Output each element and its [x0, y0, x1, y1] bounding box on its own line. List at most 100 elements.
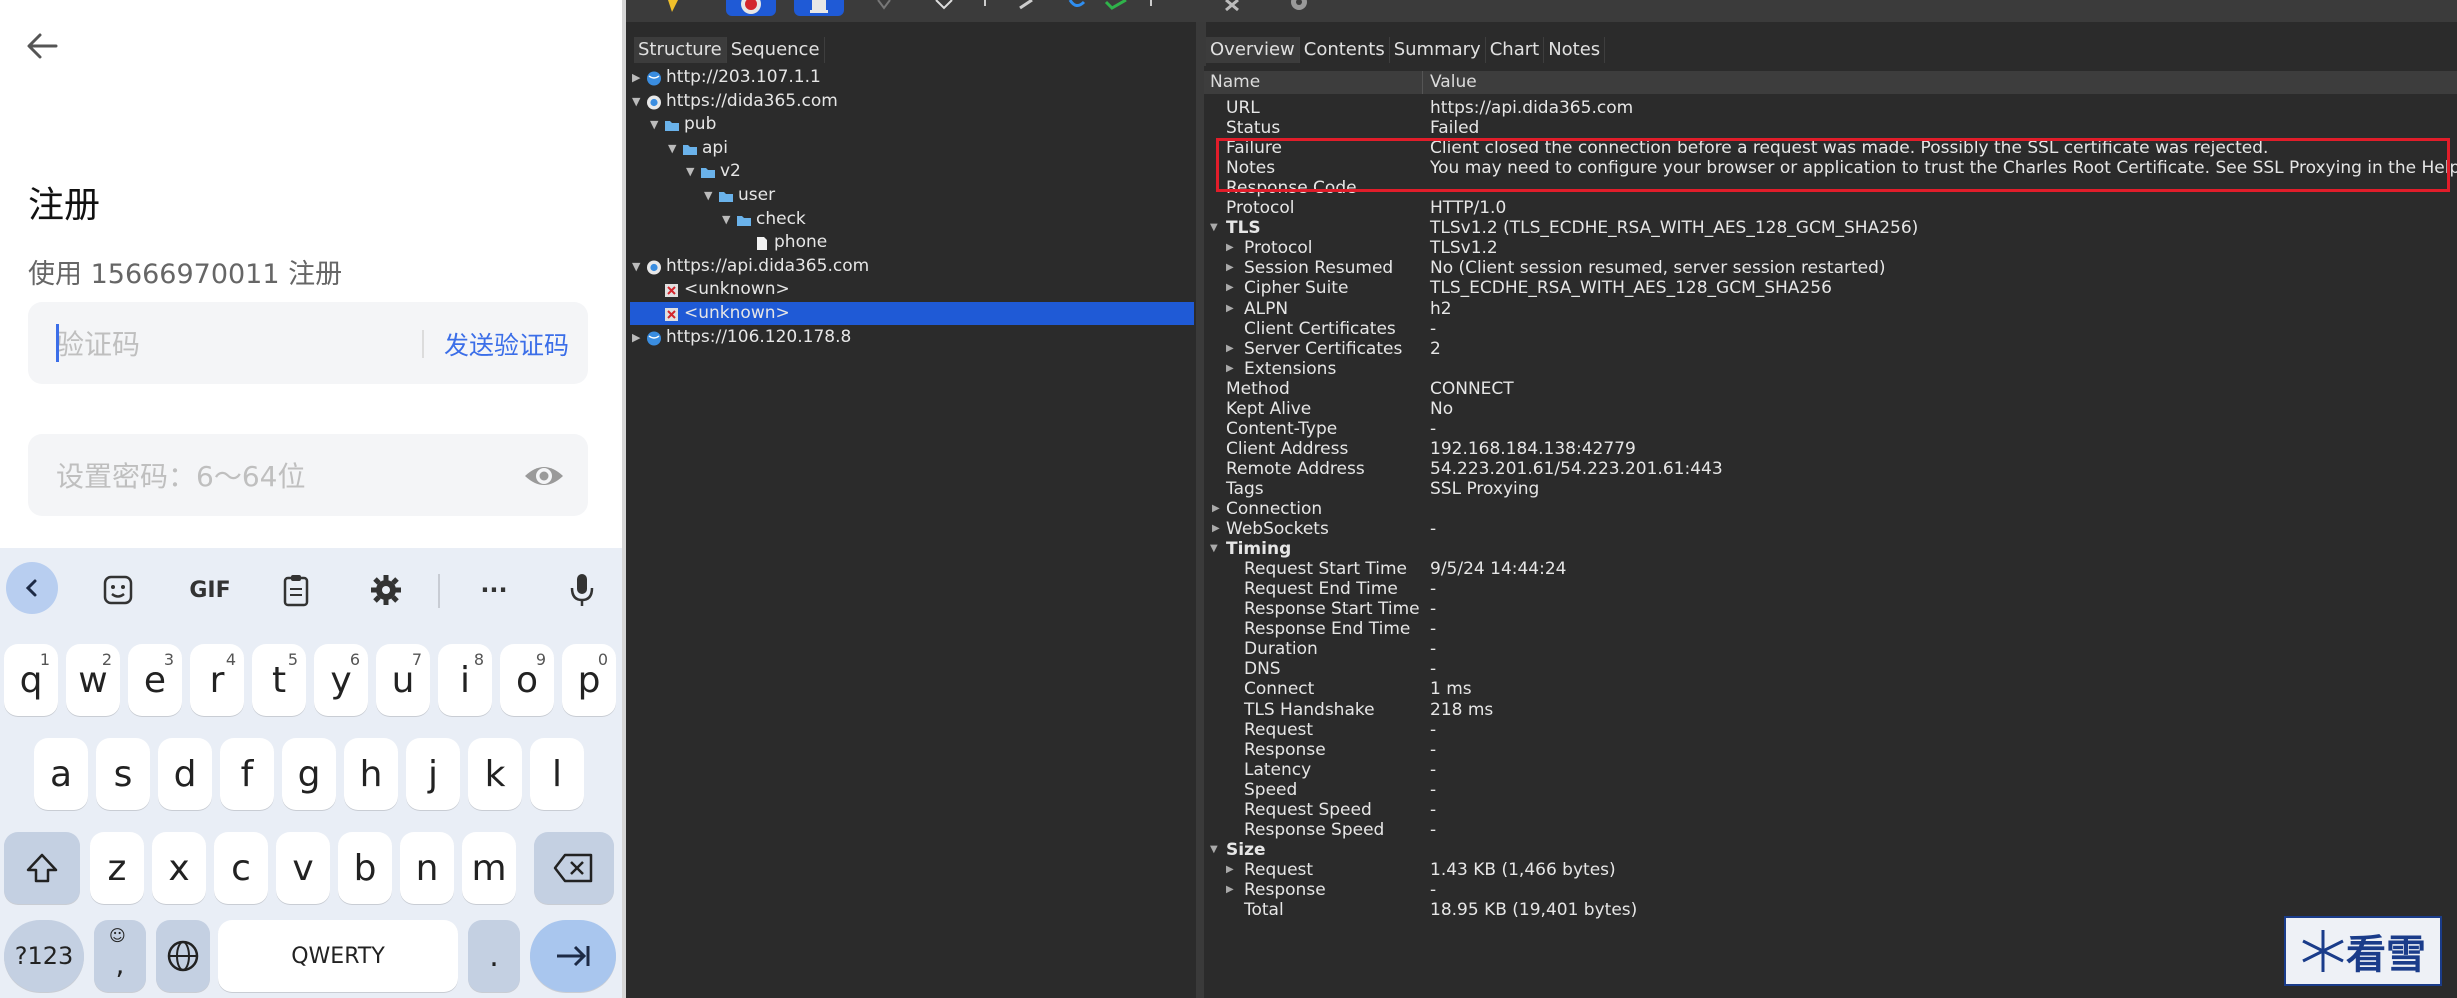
detail-row[interactable]: ▶ Session Resumed No (Client session resum… — [1204, 258, 2457, 278]
disclosure-open-icon[interactable]: ▼ — [686, 160, 698, 183]
disclosure-open-icon[interactable]: ▼ — [1210, 539, 1218, 559]
detail-row[interactable]: Total 18.95 KB (19,401 bytes) — [1204, 900, 2457, 920]
disclosure-open-icon[interactable]: ▼ — [668, 137, 680, 160]
tree-node[interactable]: <unknown> — [630, 302, 1194, 325]
language-key[interactable] — [156, 920, 210, 992]
key-q[interactable]: q1 — [4, 644, 58, 716]
detail-row[interactable]: ▶ Cipher Suite TLS_ECDHE_RSA_WITH_AES_128_… — [1204, 278, 2457, 298]
keyboard-collapse-button[interactable] — [6, 562, 58, 614]
key-e[interactable]: e3 — [128, 644, 182, 716]
detail-row[interactable]: ▶ ALPN h2 — [1204, 299, 2457, 319]
detail-row[interactable]: ▶ WebSockets - — [1204, 519, 2457, 539]
enter-next-key[interactable] — [530, 920, 616, 992]
key-o[interactable]: o9 — [500, 644, 554, 716]
detail-row[interactable]: Connect 1 ms — [1204, 679, 2457, 699]
detail-row[interactable]: URL https://api.dida365.com — [1204, 98, 2457, 118]
key-s[interactable]: s — [96, 738, 150, 810]
tab-sequence[interactable]: Sequence — [727, 37, 825, 63]
tree-node[interactable]: ▼ user — [630, 184, 1194, 207]
tab-summary[interactable]: Summary — [1390, 37, 1486, 63]
key-w[interactable]: w2 — [66, 644, 120, 716]
detail-row[interactable]: DNS - — [1204, 659, 2457, 679]
detail-row[interactable]: Response Start Time - — [1204, 599, 2457, 619]
detail-row[interactable]: Request - — [1204, 720, 2457, 740]
tree-node[interactable]: ▶ https://106.120.178.8 — [630, 326, 1194, 349]
detail-row[interactable]: Response - — [1204, 740, 2457, 760]
key-i[interactable]: i8 — [438, 644, 492, 716]
detail-row[interactable]: Status Failed — [1204, 118, 2457, 138]
detail-row[interactable]: ▼ Timing — [1204, 539, 2457, 559]
detail-row[interactable]: Remote Address 54.223.201.61/54.223.201.6… — [1204, 459, 2457, 479]
key-p[interactable]: p0 — [562, 644, 616, 716]
breakpoint-icon[interactable] — [874, 0, 894, 16]
tab-overview[interactable]: Overview — [1206, 37, 1300, 63]
detail-row[interactable]: ▶ Extensions — [1204, 359, 2457, 379]
settings-button[interactable] — [364, 568, 408, 612]
detail-row[interactable]: Duration - — [1204, 639, 2457, 659]
space-key[interactable]: QWERTY — [218, 920, 458, 992]
key-x[interactable]: x — [152, 832, 206, 904]
header-name[interactable]: Name — [1210, 71, 1260, 94]
tree-node[interactable]: ▼ https://api.dida365.com — [630, 255, 1194, 278]
sticker-button[interactable] — [96, 568, 140, 612]
clipboard-button[interactable] — [274, 568, 318, 612]
period-key[interactable]: . — [468, 920, 520, 992]
detail-row[interactable]: Latency - — [1204, 760, 2457, 780]
detail-row[interactable]: Tags SSL Proxying — [1204, 479, 2457, 499]
detail-row[interactable]: ▼ Size — [1204, 840, 2457, 860]
tree-node[interactable]: ▼ check — [630, 208, 1194, 231]
detail-row[interactable]: Client Address 192.168.184.138:42779 — [1204, 439, 2457, 459]
header-value[interactable]: Value — [1430, 71, 1477, 94]
back-arrow-icon[interactable] — [22, 26, 62, 66]
key-j[interactable]: j — [406, 738, 460, 810]
disclosure-closed-icon[interactable]: ▶ — [1212, 519, 1220, 539]
detail-row[interactable]: Request Speed - — [1204, 800, 2457, 820]
tree-node[interactable]: ▼ v2 — [630, 160, 1194, 183]
detail-row[interactable]: ▶ Connection — [1204, 499, 2457, 519]
tab-chart[interactable]: Chart — [1486, 37, 1545, 63]
disclosure-closed-icon[interactable]: ▶ — [1226, 278, 1234, 298]
disclosure-closed-icon[interactable]: ▶ — [1212, 499, 1220, 519]
tree-node[interactable]: ▼ api — [630, 137, 1194, 160]
disclosure-open-icon[interactable]: ▼ — [632, 90, 644, 113]
detail-row[interactable]: Content-Type - — [1204, 419, 2457, 439]
detail-row[interactable]: ▼ TLS TLSv1.2 (TLS_ECDHE_RSA_WITH_AES_128_… — [1204, 218, 2457, 238]
disclosure-closed-icon[interactable]: ▶ — [1226, 238, 1234, 258]
detail-row[interactable]: Response End Time - — [1204, 619, 2457, 639]
edit-icon[interactable] — [1016, 0, 1040, 16]
send-code-button[interactable]: 发送验证码 — [444, 326, 569, 362]
key-m[interactable]: m — [462, 832, 516, 904]
pen-tool-icon[interactable] — [664, 0, 684, 16]
tree-node[interactable]: <unknown> — [630, 278, 1194, 301]
key-g[interactable]: g — [282, 738, 336, 810]
key-r[interactable]: r4 — [190, 644, 244, 716]
detail-row[interactable]: Kept Alive No — [1204, 399, 2457, 419]
key-h[interactable]: h — [344, 738, 398, 810]
gif-button[interactable]: GIF — [182, 568, 238, 612]
key-z[interactable]: z — [90, 832, 144, 904]
record-button[interactable] — [726, 0, 776, 16]
detail-row[interactable]: Request Start Time 9/5/24 14:44:24 — [1204, 559, 2457, 579]
verification-code-input[interactable] — [54, 302, 388, 386]
tree-node[interactable]: phone — [630, 231, 1194, 254]
tree-node[interactable]: ▼ pub — [630, 113, 1194, 136]
password-input[interactable] — [54, 434, 388, 518]
settings-gear-icon[interactable] — [1286, 0, 1312, 16]
validate-check-icon[interactable] — [1102, 0, 1132, 16]
key-v[interactable]: v — [276, 832, 330, 904]
show-password-eye-icon[interactable] — [522, 456, 566, 496]
key-y[interactable]: y6 — [314, 644, 368, 716]
detail-row[interactable]: TLS Handshake 218 ms — [1204, 700, 2457, 720]
tree-node[interactable]: ▼ https://dida365.com — [630, 90, 1194, 113]
detail-row[interactable]: Request End Time - — [1204, 579, 2457, 599]
disclosure-open-icon[interactable]: ▼ — [632, 255, 644, 278]
more-button[interactable]: ··· — [472, 568, 516, 612]
clear-icon[interactable] — [932, 0, 956, 16]
detail-row[interactable]: Method CONNECT — [1204, 379, 2457, 399]
disclosure-closed-icon[interactable]: ▶ — [632, 326, 644, 349]
key-l[interactable]: l — [530, 738, 584, 810]
disclosure-closed-icon[interactable]: ▶ — [1226, 860, 1234, 880]
shift-key[interactable] — [4, 832, 80, 904]
key-c[interactable]: c — [214, 832, 268, 904]
detail-row[interactable]: Protocol HTTP/1.0 — [1204, 198, 2457, 218]
